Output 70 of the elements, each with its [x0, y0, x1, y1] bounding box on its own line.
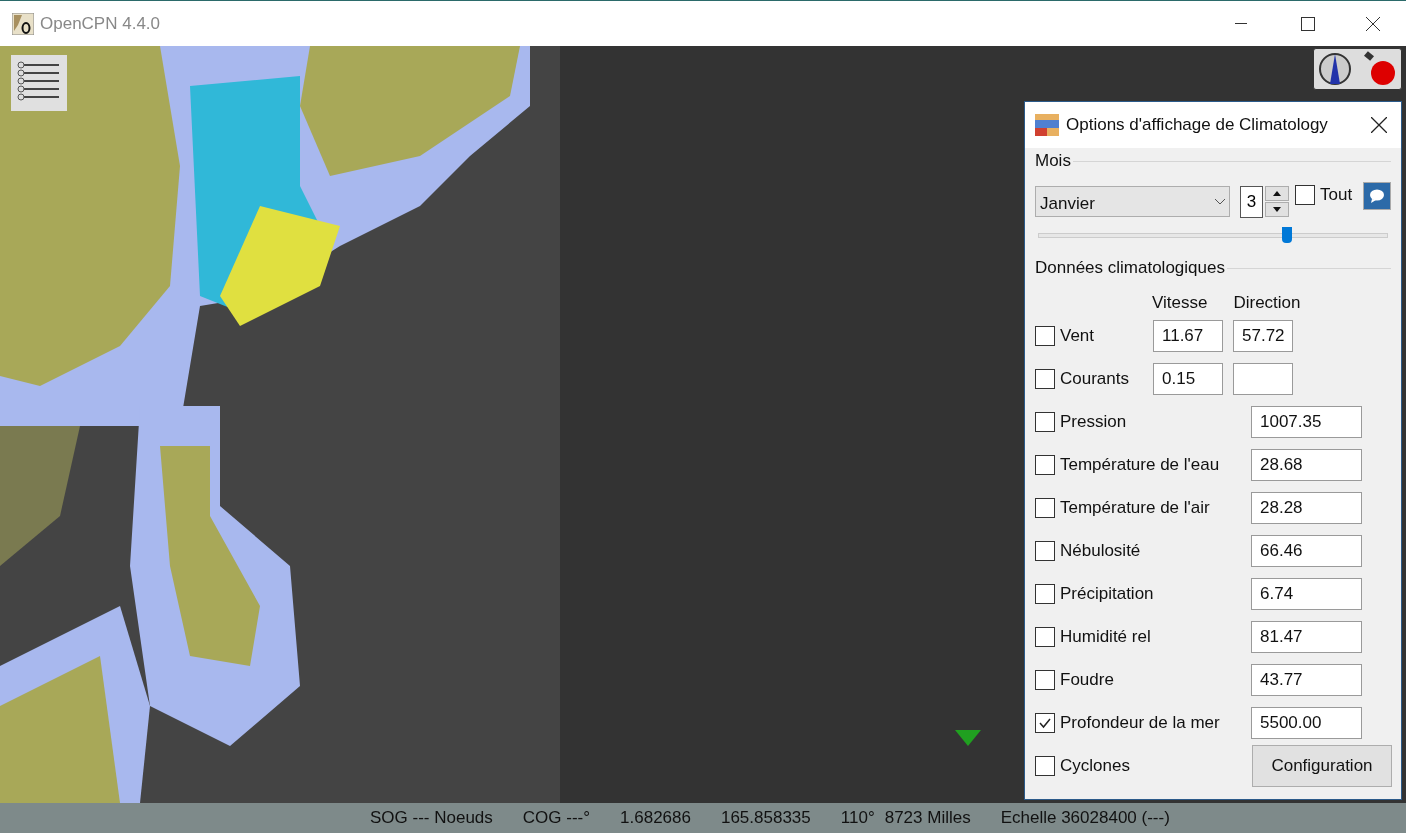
value-field[interactable]: 5500.00 [1251, 706, 1362, 739]
menu-toolbar-button[interactable] [11, 55, 67, 111]
compass-icon[interactable] [1318, 52, 1353, 86]
checkbox[interactable] [1035, 755, 1055, 776]
checkbox[interactable] [1035, 669, 1055, 690]
status-text: Echelle 36028400 (---) [1000, 807, 1170, 830]
info-button[interactable] [1363, 182, 1391, 210]
checkbox[interactable] [1295, 184, 1315, 205]
chevron-down-icon [1215, 198, 1225, 205]
checkbox[interactable] [1035, 583, 1055, 604]
status-text: SOG --- Noeuds [370, 807, 493, 830]
value-field[interactable]: 57.72 [1233, 319, 1293, 352]
checkbox[interactable] [1035, 454, 1055, 475]
window-title: OpenCPN 4.4.0 [40, 12, 160, 35]
all-label: Tout [1320, 184, 1353, 206]
value-field[interactable]: 28.28 [1251, 491, 1362, 524]
row-label: Humidité rel [1060, 625, 1151, 648]
checkbox[interactable] [1035, 325, 1055, 346]
checkbox[interactable] [1035, 411, 1055, 432]
value-field[interactable]: 0.15 [1153, 362, 1223, 395]
configuration-button[interactable]: Configuration [1252, 744, 1392, 787]
section-label: Données climatologiques [1035, 257, 1225, 280]
value-field[interactable]: 11.67 [1153, 319, 1223, 352]
spin-down-button[interactable] [1265, 202, 1289, 217]
value-field[interactable]: 43.77 [1251, 663, 1362, 696]
minimize-icon [1235, 22, 1247, 25]
close-icon [1366, 16, 1380, 31]
maximize-icon [1301, 16, 1315, 31]
value-field[interactable]: 28.68 [1251, 448, 1362, 481]
checkbox[interactable] [1035, 540, 1055, 561]
status-text: 165.858335 [720, 807, 811, 830]
row-label: Vent [1060, 324, 1095, 347]
status-text: 8723 Milles [884, 807, 971, 830]
value-field[interactable]: 66.46 [1251, 534, 1362, 567]
value-field[interactable]: 6.74 [1251, 577, 1362, 610]
speech-bubble-icon [1369, 189, 1385, 203]
checkbox[interactable] [1035, 712, 1055, 733]
close-icon [1371, 117, 1387, 133]
dialog-title: Options d'affichage de Climatology [1066, 114, 1328, 137]
column-header: Vitesse [1152, 292, 1208, 314]
spin-up-button[interactable] [1265, 186, 1289, 201]
column-header: Direction [1233, 292, 1301, 314]
row-label: Foudre [1060, 668, 1114, 691]
row-label: Nébulosité [1060, 539, 1141, 562]
status-text: 1.682686 [620, 807, 691, 830]
dialog-logo-icon [1035, 114, 1059, 136]
row-label: Cyclones [1060, 754, 1130, 777]
month-spin-field[interactable]: 3 [1240, 186, 1263, 218]
row-label: Profondeur de la mer [1060, 711, 1220, 734]
app-logo-icon [12, 12, 34, 35]
status-text: COG ---° [522, 807, 591, 830]
slider-thumb[interactable] [1281, 227, 1292, 243]
row-label: Température de l'air [1060, 496, 1210, 519]
down-arrow-icon [1273, 207, 1281, 212]
empty-field[interactable] [1233, 362, 1293, 395]
month-dropdown[interactable]: Janvier [1035, 186, 1230, 217]
checkbox[interactable] [1035, 497, 1055, 518]
row-label: Pression [1060, 410, 1127, 433]
month-slider[interactable] [1038, 226, 1388, 244]
section-label: Mois [1035, 150, 1071, 173]
triangle-marker-icon [955, 730, 981, 746]
status-text: 110° [840, 807, 875, 830]
row-label: Température de l'eau [1060, 453, 1220, 476]
checkbox[interactable] [1035, 626, 1055, 647]
row-label: Courants [1060, 367, 1129, 390]
value-field[interactable]: 1007.35 [1251, 405, 1362, 438]
value-field[interactable]: 81.47 [1251, 620, 1362, 653]
checkbox[interactable] [1035, 368, 1055, 389]
up-arrow-icon [1273, 191, 1281, 196]
row-label: Précipitation [1060, 582, 1154, 605]
